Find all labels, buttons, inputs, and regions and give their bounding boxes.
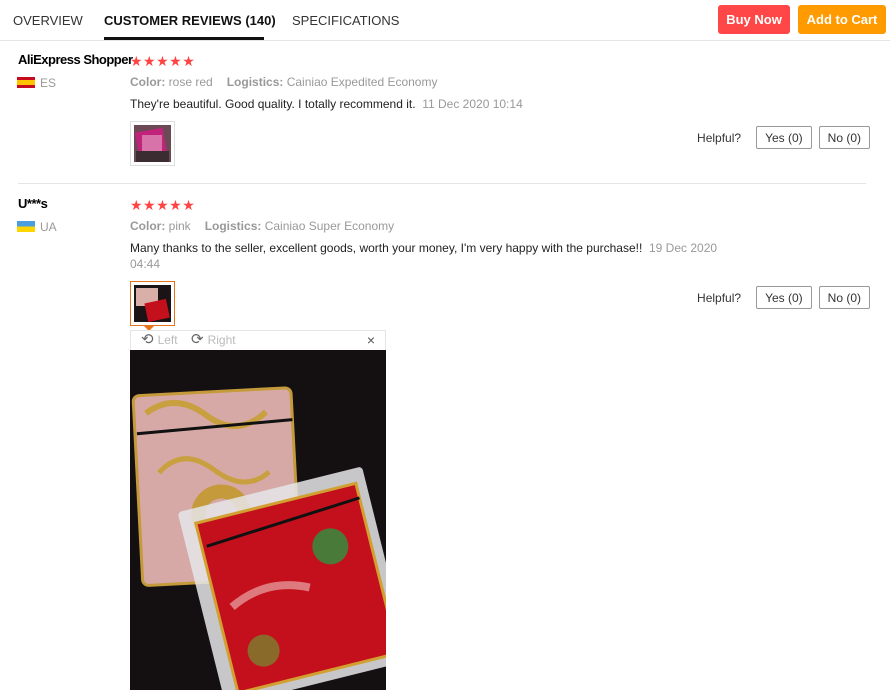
photo-thumbnail-image — [134, 285, 171, 323]
helpful-vote-group: Helpful? Yes (0) No (0) — [697, 286, 870, 309]
review-date-time: 04:44 — [130, 257, 161, 271]
helpful-yes-button[interactable]: Yes (0) — [756, 286, 812, 309]
rotate-right-label: Right — [207, 333, 236, 347]
review-attributes: Color: pink Logistics: Cainiao Super Econ… — [130, 219, 395, 233]
close-icon[interactable]: × — [367, 332, 375, 348]
rotate-left-icon: ⟲ — [141, 331, 154, 348]
helpful-label: Helpful? — [697, 290, 742, 305]
photo-viewer-toolbar: ⟲ Left ⟳ Right × — [130, 330, 386, 350]
reviewer-name: U***s — [18, 196, 48, 211]
ukraine-flag-icon — [17, 221, 35, 232]
helpful-no-button[interactable]: No (0) — [818, 286, 870, 309]
rotate-right-button[interactable]: ⟳ Right — [191, 331, 236, 348]
review-text: Many thanks to the seller, excellent goo… — [130, 241, 718, 271]
review-photo-image — [130, 350, 386, 690]
rotate-left-button[interactable]: ⟲ Left — [141, 331, 178, 348]
star-rating: ★★★★★ — [130, 197, 196, 213]
rotate-right-icon: ⟳ — [191, 331, 204, 348]
review-photo-thumbnail[interactable] — [130, 281, 175, 326]
review-date-day: 19 Dec 2020 — [649, 241, 718, 255]
enlarged-review-photo — [130, 350, 386, 690]
rotate-left-label: Left — [157, 333, 178, 347]
review-item: U***s UA ★★★★★ Color: pink Logistics: Cai… — [0, 0, 870, 694]
reviewer-country: UA — [40, 220, 57, 234]
